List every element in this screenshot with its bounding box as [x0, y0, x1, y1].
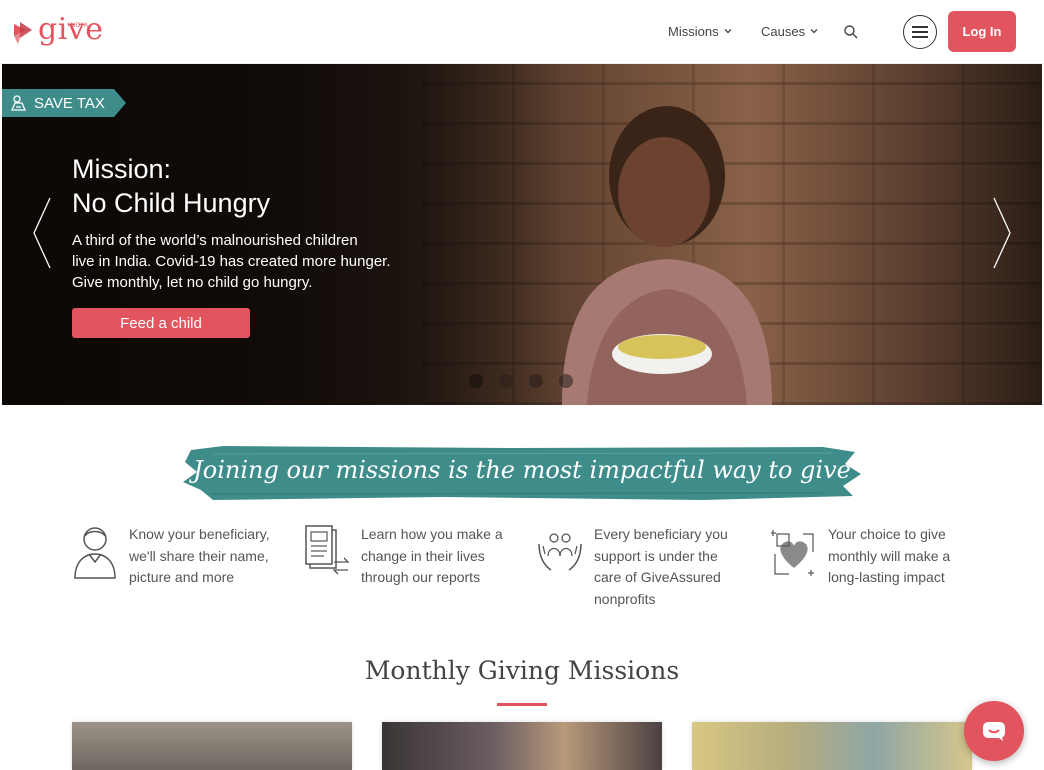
hero-desc-line3: Give monthly, let no child go hungry.: [72, 274, 313, 291]
hero-desc-line2: live in India. Covid-19 has created more…: [72, 253, 391, 270]
nav-missions-label: Missions: [668, 24, 719, 39]
nav-missions[interactable]: Missions: [668, 24, 732, 39]
heart-gift-icon: [771, 530, 814, 576]
mission-card[interactable]: [382, 722, 662, 770]
nav-causes[interactable]: Causes: [761, 24, 818, 39]
give-logo[interactable]: give: [12, 12, 104, 47]
carousel-dot[interactable]: [499, 374, 513, 388]
chevron-down-icon: [724, 28, 732, 33]
carousel-dots: [469, 374, 573, 388]
feature-text: Every beneficiary you support is under t…: [594, 526, 728, 607]
feed-a-child-button[interactable]: Feed a child: [72, 308, 250, 338]
feature-item: Know your beneficiary, we'll share their…: [72, 524, 279, 589]
care-hands-icon: [538, 533, 582, 571]
chat-button[interactable]: [964, 701, 1024, 761]
feature-item: Every beneficiary you support is under t…: [537, 524, 744, 610]
hero-title-line2: No Child Hungry: [72, 188, 271, 218]
logo-text: give: [38, 12, 104, 47]
login-button[interactable]: Log In: [948, 11, 1016, 52]
carousel-dot[interactable]: [469, 374, 483, 388]
feature-text: Your choice to give monthly will make a …: [828, 526, 951, 586]
menu-button[interactable]: [903, 15, 937, 49]
chat-icon: [983, 722, 1005, 741]
missions-banner: Joining our missions is the most impactf…: [183, 444, 861, 502]
section-title: Monthly Giving Missions: [364, 656, 680, 685]
carousel-dot[interactable]: [559, 374, 573, 388]
tax-icon: [11, 95, 26, 111]
feature-item: Your choice to give monthly will make a …: [771, 524, 978, 589]
hero-desc-line1: A third of the world’s malnourished chil…: [72, 232, 358, 249]
feature-item: Learn how you make a change in their liv…: [304, 524, 521, 589]
hero-title: Mission: No Child Hungry: [72, 152, 270, 220]
person-icon: [74, 527, 116, 579]
feature-text: Learn how you make a change in their liv…: [361, 526, 503, 586]
logo-mark-icon: [14, 22, 32, 44]
site-header: give INDIA Missions Causes Log In: [0, 0, 1044, 64]
save-tax-badge[interactable]: SAVE TAX: [2, 89, 126, 117]
section-underline: [497, 703, 547, 706]
feature-text: Know your beneficiary, we'll share their…: [129, 526, 270, 586]
hero-description: A third of the world’s malnourished chil…: [72, 230, 452, 293]
carousel-prev-icon[interactable]: [30, 196, 54, 270]
hero-carousel: SAVE TAX Mission: No Child Hungry A thir…: [2, 64, 1042, 405]
hero-title-line1: Mission:: [72, 154, 172, 184]
save-tax-label: SAVE TAX: [34, 94, 105, 112]
mission-card[interactable]: [72, 722, 352, 770]
search-icon[interactable]: [843, 24, 859, 40]
logo-subtext: INDIA: [68, 23, 90, 29]
report-icon: [305, 525, 350, 575]
carousel-next-icon[interactable]: [990, 196, 1014, 270]
nav-causes-label: Causes: [761, 24, 806, 39]
carousel-dot[interactable]: [529, 374, 543, 388]
mission-card[interactable]: [692, 722, 972, 770]
hamburger-icon: [912, 26, 928, 38]
banner-text: Joining our missions is the most impactf…: [193, 456, 851, 484]
chevron-down-icon: [810, 28, 818, 33]
